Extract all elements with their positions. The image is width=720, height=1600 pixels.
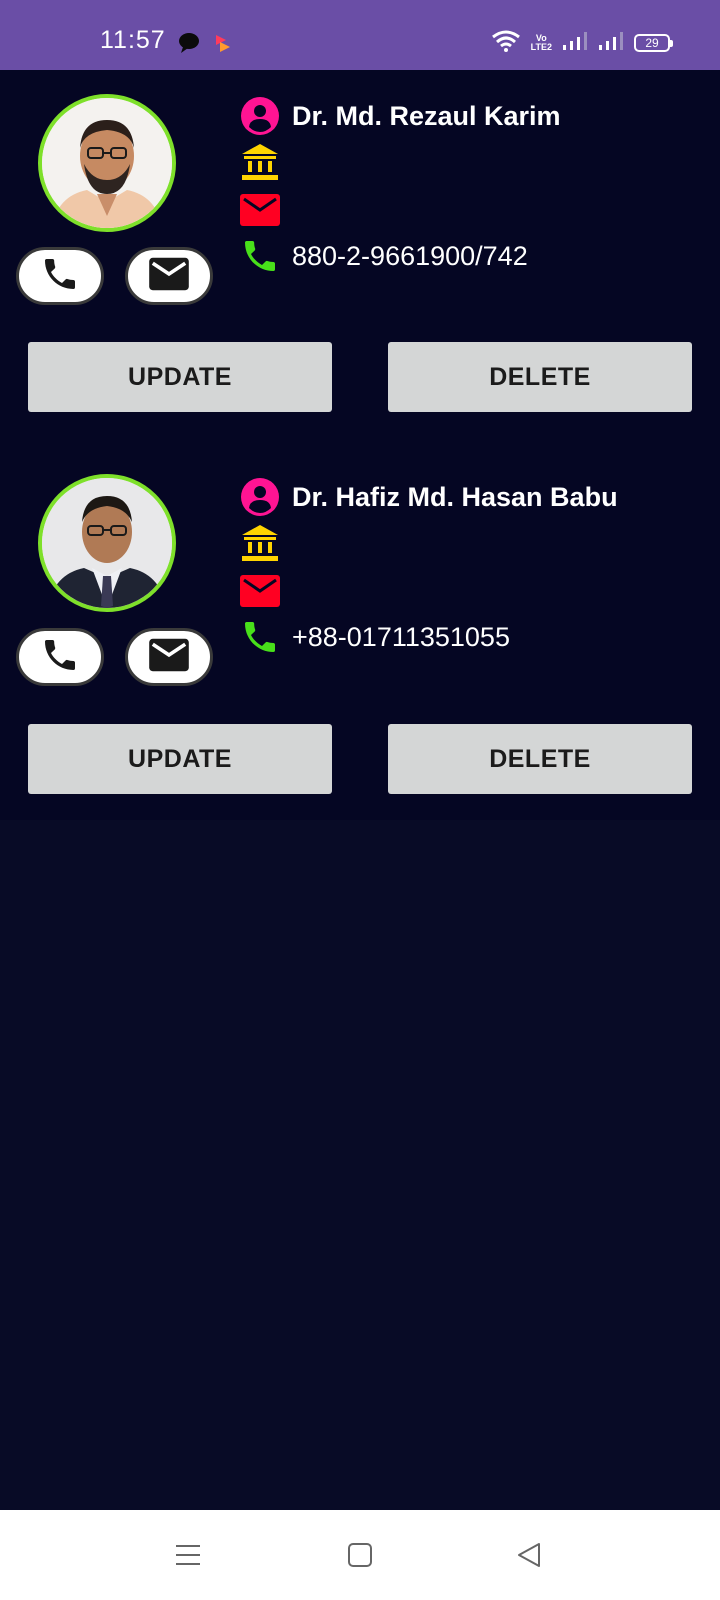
status-bar: 11:57 Vo LTE2 29 xyxy=(0,0,720,70)
update-button[interactable]: UPDATE xyxy=(28,724,332,794)
wifi-icon xyxy=(491,29,521,58)
email-row xyxy=(240,571,292,611)
delete-button[interactable]: DELETE xyxy=(388,342,692,412)
institution-icon xyxy=(240,142,280,182)
contact-name: Dr. Md. Rezaul Karim xyxy=(292,100,561,131)
update-button[interactable]: UPDATE xyxy=(28,342,332,412)
contact-phone[interactable]: 880-2-9661900/742 xyxy=(292,241,528,272)
contact-list: Dr. Md. Rezaul Karim 880-2-9661900/742 U… xyxy=(0,70,720,820)
contact-name: Dr. Hafiz Md. Hasan Babu xyxy=(292,481,618,512)
call-button[interactable] xyxy=(16,247,104,305)
avatar xyxy=(38,94,176,232)
email-icon xyxy=(240,190,280,230)
call-icon xyxy=(40,635,80,680)
signal-icon-2 xyxy=(598,31,624,56)
navigation-bar xyxy=(0,1510,720,1600)
institution-row xyxy=(240,523,292,563)
phone-icon xyxy=(240,236,280,276)
contact-card: Dr. Md. Rezaul Karim 880-2-9661900/742 U… xyxy=(0,70,720,452)
contact-phone[interactable]: +88-01711351055 xyxy=(292,622,510,653)
institution-icon xyxy=(240,523,280,563)
call-button[interactable] xyxy=(16,628,104,686)
battery-icon: 29 xyxy=(634,34,673,52)
name-row: Dr. Hafiz Md. Hasan Babu xyxy=(240,477,618,517)
email-icon xyxy=(240,571,280,611)
home-icon[interactable] xyxy=(345,1540,375,1570)
phone-row: +88-01711351055 xyxy=(240,617,510,657)
person-icon xyxy=(240,96,280,136)
delete-button[interactable]: DELETE xyxy=(388,724,692,794)
menu-icon[interactable] xyxy=(173,1540,203,1570)
chat-notification-icon xyxy=(178,32,202,54)
avatar xyxy=(38,474,176,612)
volte-indicator: Vo LTE2 xyxy=(531,34,552,52)
institution-row xyxy=(240,142,292,182)
contact-card: Dr. Hafiz Md. Hasan Babu +88-01711351055… xyxy=(0,452,720,820)
email-row xyxy=(240,190,292,230)
volte-bottom: LTE2 xyxy=(530,42,552,52)
phone-row: 880-2-9661900/742 xyxy=(240,236,528,276)
signal-icon-1 xyxy=(562,31,588,56)
status-time: 11:57 xyxy=(100,26,166,54)
person-icon xyxy=(240,477,280,517)
back-icon[interactable] xyxy=(514,1540,544,1570)
phone-icon xyxy=(240,617,280,657)
mail-button[interactable] xyxy=(125,628,213,686)
call-icon xyxy=(40,254,80,299)
mail-button[interactable] xyxy=(125,247,213,305)
mail-icon xyxy=(147,637,191,678)
app-notification-icon xyxy=(212,32,236,54)
name-row: Dr. Md. Rezaul Karim xyxy=(240,96,561,136)
mail-icon xyxy=(147,256,191,297)
